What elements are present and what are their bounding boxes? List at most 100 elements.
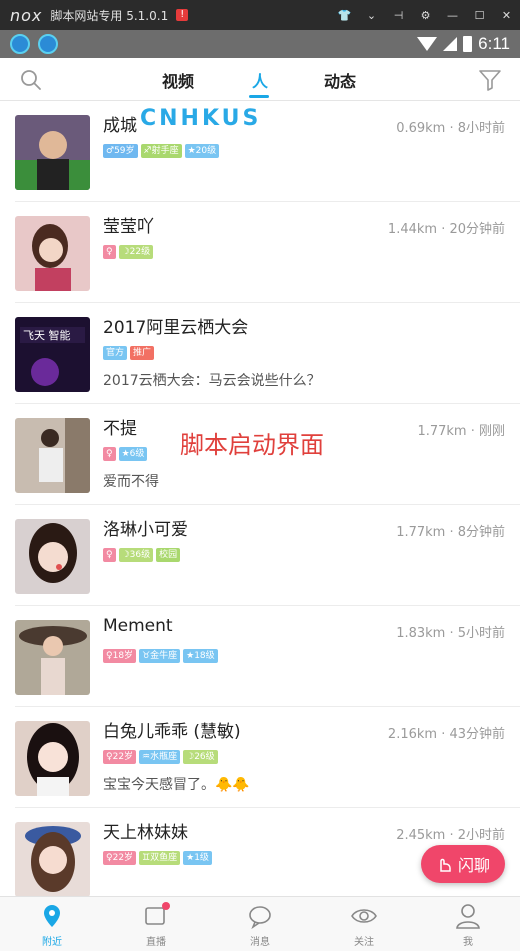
avatar[interactable] (15, 216, 90, 291)
avatar[interactable] (15, 620, 90, 695)
zodiac-badge: ♊双鱼座 (139, 851, 181, 865)
age-badge: ♀22岁 (103, 750, 137, 764)
close-icon[interactable]: ✕ (493, 9, 520, 22)
promo-badge: 推广 (130, 346, 155, 360)
nearby-people-list[interactable]: 成城 0.69km · 8小时前 ♂59岁 ♐射手座 ★20级 莹莹吖 1.44… (0, 101, 520, 896)
user-signature: 爱而不得 (103, 474, 159, 490)
zodiac-badge: ♒水瓶座 (139, 750, 181, 764)
level-badge: ★20级 (184, 144, 220, 158)
avatar[interactable] (15, 115, 90, 190)
location-pin-icon (44, 905, 60, 927)
filter-icon[interactable] (478, 69, 502, 91)
user-name: 洛琳小可爱 (103, 520, 188, 540)
avatar[interactable] (15, 822, 90, 896)
bottom-nav: 附近 直播 消息 关注 我 (0, 896, 520, 951)
avatar[interactable] (15, 418, 90, 493)
level-badge: ☽22级 (118, 245, 154, 259)
flash-chat-label: 闪聊 (457, 856, 490, 875)
distance-time: 1.44km · 20分钟前 (387, 222, 505, 237)
age-badge: ♂59岁 (103, 144, 138, 158)
emulator-title: 脚本网站专用 5.1.0.1 (50, 8, 169, 23)
emulator-title-bar: nox 脚本网站专用 5.1.0.1 ! 👕 ⌄ ⊣ ⚙ — ☐ ✕ (0, 0, 520, 30)
gender-badge: ♀ (103, 447, 116, 461)
clock: 6:11 (478, 34, 510, 53)
nox-logo: nox (10, 5, 43, 25)
maximize-icon[interactable]: ☐ (466, 9, 493, 22)
nav-label: 消息 (250, 937, 270, 948)
user-signature: 2017云栖大会：马云会说些什么？ (103, 373, 321, 389)
wifi-icon (417, 37, 438, 51)
gear-icon[interactable]: ⚙ (412, 9, 439, 22)
active-tab-indicator (249, 95, 269, 98)
user-name: 天上林妹妹 (103, 823, 188, 843)
script-launch-label: 脚本启动界面 (180, 431, 324, 459)
zodiac-badge: ♉金牛座 (139, 649, 181, 663)
nav-live[interactable]: 直播 (104, 897, 208, 951)
distance-time: 2.45km · 2小时前 (396, 828, 505, 843)
list-item[interactable]: 白兔儿乖乖 (慧敏) 2.16km · 43分钟前 ♀22岁 ♒水瓶座 ☽26级… (15, 707, 520, 808)
distance-time: 1.77km · 刚刚 (417, 424, 505, 439)
level-badge: ☽26级 (183, 750, 218, 764)
tab-feed[interactable]: 动态 (324, 68, 356, 92)
campus-badge: 校园 (156, 548, 181, 562)
list-item[interactable]: 莹莹吖 1.44km · 20分钟前 ♀ ☽22级 (15, 202, 520, 303)
chevron-down-icon[interactable]: ⌄ (358, 9, 385, 22)
list-item[interactable]: 洛琳小可爱 1.77km · 8分钟前 ♀ ☽36级 校园 (15, 505, 520, 606)
nav-messages[interactable]: 消息 (208, 897, 312, 951)
nav-label: 关注 (354, 937, 374, 948)
nav-label: 直播 (146, 937, 166, 948)
level-badge: ★1级 (183, 851, 212, 865)
level-badge: ★6级 (118, 447, 148, 461)
pin-icon[interactable]: ⊣ (385, 9, 412, 22)
list-item[interactable]: 成城 0.69km · 8小时前 ♂59岁 ♐射手座 ★20级 (15, 101, 520, 202)
warning-icon[interactable]: ! (176, 9, 189, 21)
notification-dot (162, 902, 170, 910)
avatar[interactable] (15, 721, 90, 796)
list-item[interactable]: 飞天 智能 2017阿里云栖大会 官方 推广 2017云栖大会：马云会说些什么？ (15, 303, 520, 404)
brand-watermark: CNHKUS (140, 106, 262, 131)
flash-chat-button[interactable]: 闪聊 (421, 845, 505, 883)
user-name: 莹莹吖 (103, 217, 154, 237)
android-status-bar: 6:11 (0, 30, 520, 58)
age-badge: ♀22岁 (103, 851, 137, 865)
person-icon (456, 904, 480, 929)
tab-people[interactable]: 人 (252, 68, 268, 92)
gender-badge: ♀ (103, 548, 116, 562)
list-item[interactable]: Mement 1.83km · 5小时前 ♀18岁 ♉金牛座 ★18级 (15, 606, 520, 707)
avatar[interactable]: 飞天 智能 (15, 317, 90, 392)
user-name: 2017阿里云栖大会 (103, 318, 249, 338)
user-name: 成城 (103, 116, 137, 136)
minimize-icon[interactable]: — (439, 9, 466, 22)
zodiac-badge: ♐射手座 (140, 144, 182, 158)
signal-icon (443, 37, 458, 51)
chat-bubble-icon (249, 906, 271, 929)
app-notification-icon (10, 34, 30, 54)
nav-label: 我 (463, 937, 473, 948)
tap-hand-icon (440, 858, 451, 872)
official-badge: 官方 (103, 346, 128, 360)
tab-video[interactable]: 视频 (162, 68, 194, 92)
nav-me[interactable]: 我 (416, 897, 520, 951)
user-signature: 宝宝今天感冒了。🐥🐥 (103, 777, 250, 793)
user-name: Mement (103, 616, 173, 636)
search-icon[interactable] (20, 69, 42, 91)
nav-nearby[interactable]: 附近 (0, 897, 104, 951)
user-name: 不提 (103, 419, 137, 439)
level-badge: ☽36级 (118, 548, 154, 562)
eye-icon (351, 909, 377, 923)
emulator-controls: 👕 ⌄ ⊣ ⚙ — ☐ ✕ (331, 9, 520, 22)
distance-time: 1.83km · 5小时前 (396, 626, 505, 641)
shirt-icon[interactable]: 👕 (331, 9, 358, 22)
nav-label: 附近 (42, 937, 62, 948)
avatar[interactable] (15, 519, 90, 594)
svg-text:飞天 智能: 飞天 智能 (23, 328, 71, 342)
distance-time: 2.16km · 43分钟前 (387, 727, 505, 742)
app-notification-icon (38, 34, 58, 54)
distance-time: 0.69km · 8小时前 (396, 121, 505, 136)
top-nav: 视频 人 动态 (0, 58, 520, 101)
level-badge: ★18级 (183, 649, 218, 663)
age-badge: ♀18岁 (103, 649, 137, 663)
battery-icon (463, 36, 473, 52)
user-name: 白兔儿乖乖 (慧敏) (103, 722, 241, 742)
nav-follow[interactable]: 关注 (312, 897, 416, 951)
